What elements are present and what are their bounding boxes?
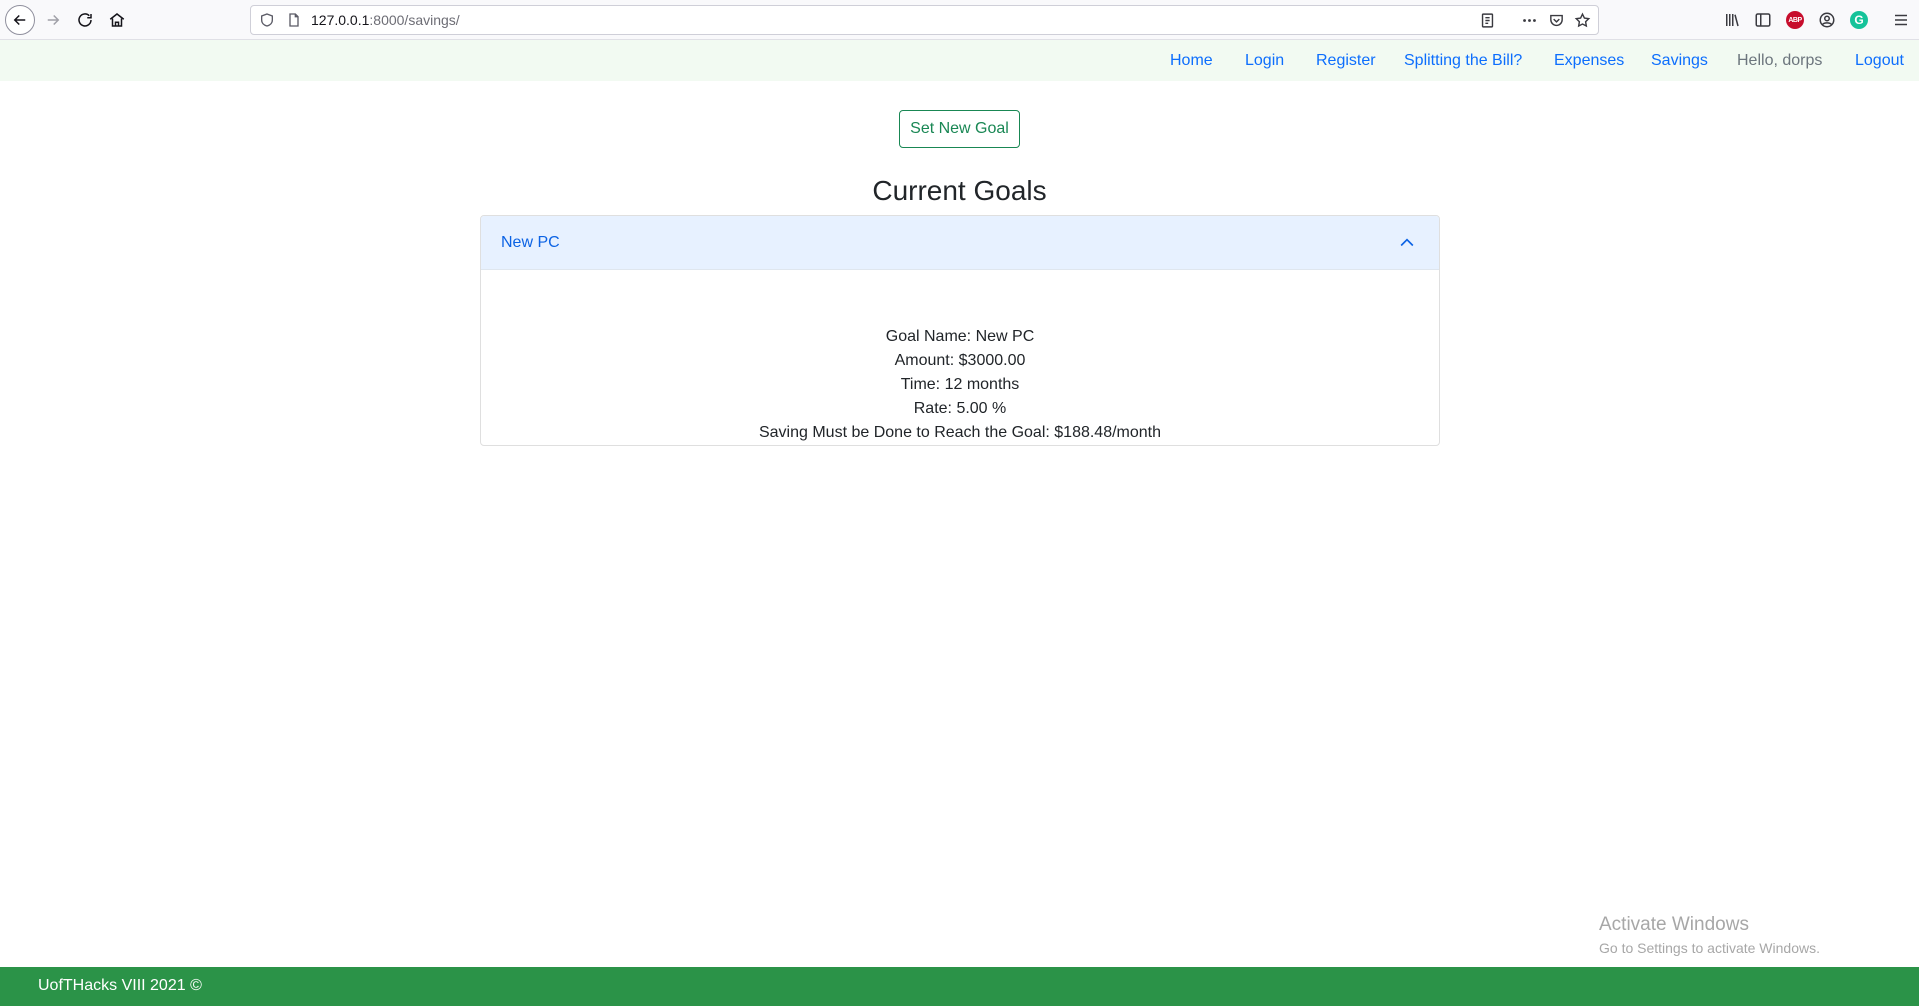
user-greeting: Hello, dorps <box>1737 52 1823 69</box>
url-host: 127.0.0.1 <box>311 12 370 28</box>
activate-windows-watermark: Activate Windows Go to Settings to activ… <box>1599 914 1820 956</box>
nav-expenses-link[interactable]: Expenses <box>1554 52 1624 70</box>
nav-savings-link[interactable]: Savings <box>1651 52 1708 70</box>
more-actions-icon[interactable] <box>1521 12 1538 29</box>
back-button[interactable] <box>5 5 35 35</box>
site-navbar: Home Login Register Splitting the Bill? … <box>0 40 1919 81</box>
nav-register-link[interactable]: Register <box>1316 52 1376 70</box>
nav-split-bill-link[interactable]: Splitting the Bill? <box>1404 52 1522 70</box>
arrow-right-icon <box>47 14 60 26</box>
shield-icon[interactable] <box>259 12 275 28</box>
reader-view-icon[interactable] <box>1479 12 1496 29</box>
nav-home-link[interactable]: Home <box>1170 52 1213 70</box>
url-bar[interactable]: 127.0.0.1:8000/savings/ <box>250 5 1599 35</box>
reload-icon <box>78 13 92 27</box>
adblock-icon[interactable]: ABP <box>1786 11 1804 29</box>
home-icon <box>109 13 125 27</box>
account-icon[interactable] <box>1818 11 1836 29</box>
nav-logout-link[interactable]: Logout <box>1855 52 1904 70</box>
grammarly-icon[interactable]: G <box>1850 11 1868 29</box>
goal-rate-line: Rate: 5.00 % <box>913 400 1007 417</box>
url-path: :8000/savings/ <box>369 12 460 28</box>
activate-windows-title: Activate Windows <box>1599 914 1749 935</box>
goal-name-line: Goal Name: New PC <box>885 328 1035 345</box>
home-button[interactable] <box>102 5 132 35</box>
site-footer: UofTHacks VIII 2021 © <box>0 967 1919 1006</box>
sidebar-icon[interactable] <box>1754 11 1772 29</box>
page-title: Current Goals <box>872 175 1047 206</box>
goal-amount-line: Amount: $3000.00 <box>894 352 1026 369</box>
browser-toolbar: 127.0.0.1:8000/savings/ ABP G <box>0 0 1919 40</box>
page-info-icon[interactable] <box>286 12 302 28</box>
activate-windows-subtitle: Go to Settings to activate Windows. <box>1599 940 1820 956</box>
arrow-left-icon <box>13 14 26 26</box>
forward-button[interactable] <box>38 5 68 35</box>
goal-title: New PC <box>501 234 560 251</box>
goal-accordion-body: Goal Name: New PC Amount: $3000.00 Time:… <box>481 270 1439 445</box>
nav-login-link[interactable]: Login <box>1245 52 1284 70</box>
chevron-up-icon[interactable] <box>1397 233 1417 253</box>
bookmark-star-icon[interactable] <box>1574 12 1591 29</box>
pocket-icon[interactable] <box>1548 12 1565 29</box>
library-icon[interactable] <box>1723 11 1741 29</box>
goal-accordion: New PC Goal Name: New PC Amount: $3000.0… <box>480 215 1440 446</box>
url-text[interactable]: 127.0.0.1:8000/savings/ <box>311 12 460 28</box>
goal-accordion-header[interactable]: New PC <box>481 216 1439 270</box>
footer-text: UofTHacks VIII 2021 © <box>38 977 202 994</box>
menu-icon[interactable] <box>1892 11 1910 29</box>
goal-monthly-saving-line: Saving Must be Done to Reach the Goal: $… <box>758 424 1162 441</box>
set-new-goal-button[interactable]: Set New Goal <box>899 110 1020 148</box>
goal-time-line: Time: 12 months <box>900 376 1020 393</box>
reload-button[interactable] <box>70 5 100 35</box>
